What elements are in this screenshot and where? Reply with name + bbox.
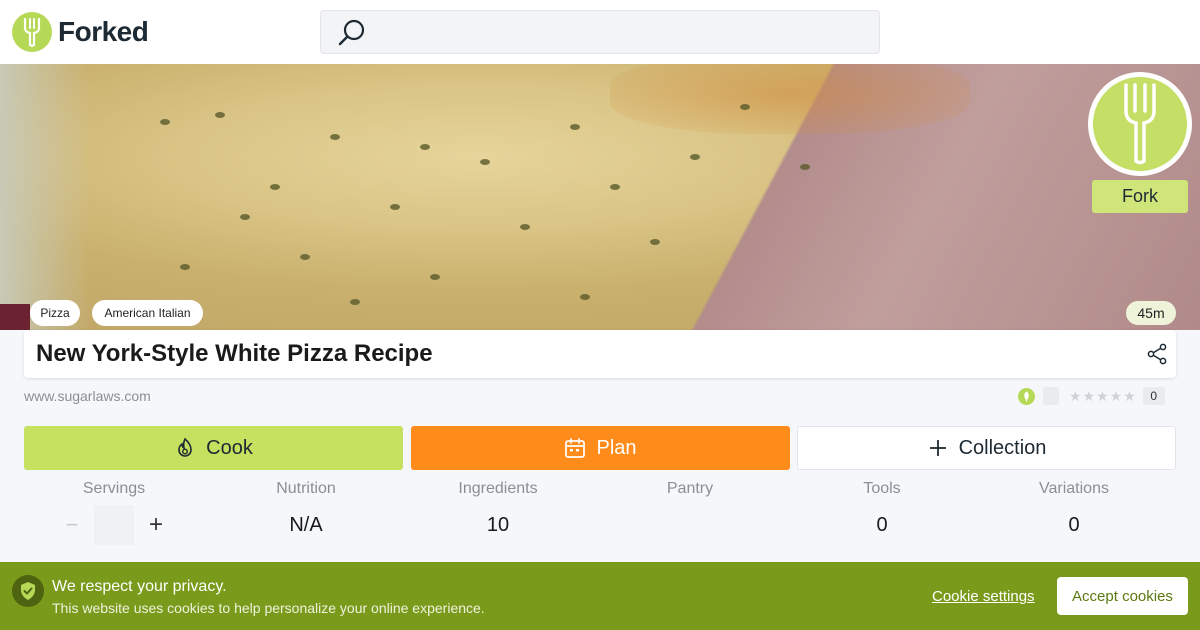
stat-value-nutrition[interactable]: N/A <box>216 514 396 537</box>
cookie-banner-text: This website uses cookies to help person… <box>52 600 485 616</box>
stat-value-variations[interactable]: 0 <box>984 514 1164 537</box>
recipe-source-link[interactable]: www.sugarlaws.com <box>24 388 151 404</box>
calendar-icon <box>565 438 586 458</box>
leaf-icon <box>1018 387 1035 405</box>
stat-label-ingredients: Ingredients <box>458 480 538 497</box>
logo-text: Forked <box>58 16 149 47</box>
flame-icon <box>178 437 192 457</box>
search-icon[interactable] <box>337 18 367 48</box>
search-input[interactable] <box>320 10 880 54</box>
plan-button[interactable]: Plan <box>411 426 790 470</box>
recipe-title-card: New York-Style White Pizza Recipe <box>24 330 1176 378</box>
logo[interactable]: Forked <box>12 12 149 52</box>
servings-decrement-button[interactable]: − <box>62 512 82 538</box>
servings-input[interactable] <box>94 505 134 545</box>
cook-button[interactable]: Cook <box>24 426 403 470</box>
share-icon[interactable] <box>1146 343 1168 365</box>
recipe-title: New York-Style White Pizza Recipe <box>36 340 433 367</box>
servings-increment-button[interactable]: + <box>146 511 166 539</box>
fork-button[interactable]: Fork <box>1092 180 1188 213</box>
fork-logo-icon <box>12 12 52 52</box>
tag-pizza[interactable]: Pizza <box>30 300 80 326</box>
stat-label-variations: Variations <box>1039 480 1109 497</box>
plan-button-label: Plan <box>596 436 637 459</box>
stat-label-tools: Tools <box>863 480 901 497</box>
rating-placeholder <box>1043 387 1059 405</box>
stat-label-servings: Servings <box>82 480 146 497</box>
collection-button[interactable]: Collection <box>797 426 1176 470</box>
collection-button-label: Collection <box>958 436 1047 459</box>
shield-check-icon <box>12 575 44 607</box>
cook-button-label: Cook <box>206 436 253 459</box>
stat-value-tools[interactable]: 0 <box>792 514 972 537</box>
stat-label-nutrition: Nutrition <box>276 480 336 497</box>
tag-american-italian[interactable]: American Italian <box>92 300 203 326</box>
top-bar: Forked <box>0 0 1200 64</box>
stat-value-ingredients[interactable]: 10 <box>408 514 588 537</box>
recipe-hero-image <box>0 64 1200 330</box>
cookie-settings-link[interactable]: Cookie settings <box>932 588 1035 605</box>
cook-time-badge: 45m <box>1126 301 1176 325</box>
rating-count: 0 <box>1142 387 1165 405</box>
fork-badge[interactable] <box>1088 72 1192 176</box>
stat-label-pantry: Pantry <box>666 480 714 497</box>
cookie-banner: We respect your privacy. This website us… <box>0 562 1200 630</box>
rating-row: ★★★★★ 0 <box>1018 387 1165 405</box>
cookie-banner-title: We respect your privacy. <box>52 578 227 595</box>
fork-icon <box>1093 77 1187 171</box>
servings-stepper: − + <box>62 505 166 545</box>
accept-cookies-button[interactable]: Accept cookies <box>1057 577 1188 615</box>
plus-icon <box>929 440 946 456</box>
star-rating[interactable]: ★★★★★ <box>1069 388 1137 405</box>
